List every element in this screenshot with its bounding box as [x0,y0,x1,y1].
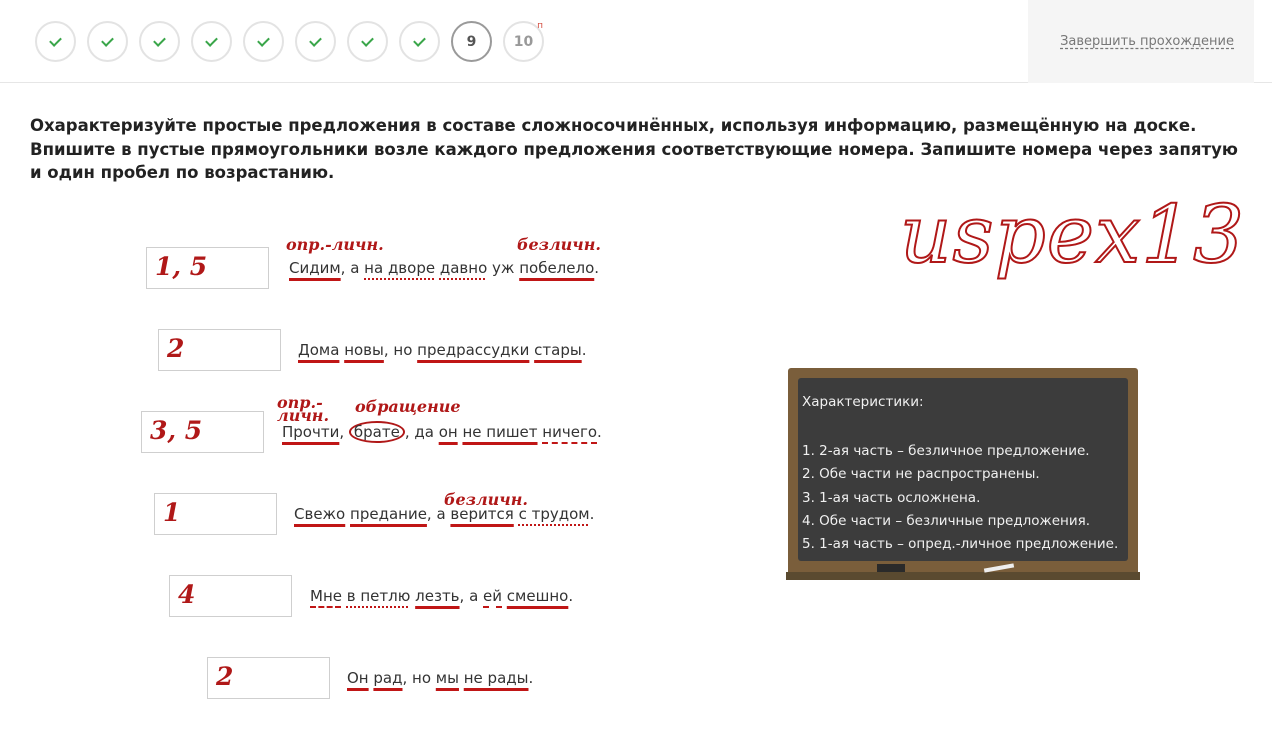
chalkboard-surface: Характеристики: 1. 2-ая часть – безлично… [798,378,1128,561]
sentence-text: . [528,669,534,687]
subject: Дома [298,341,340,359]
predicate: побелело [519,259,595,277]
step-4-done[interactable] [191,21,232,62]
predicate: рад [373,669,403,687]
check-icon [309,33,322,47]
check-icon [153,33,166,47]
predicate: верится [450,505,514,523]
sentence-5: Мне в петлю лезть, а ей смешно. [310,587,573,605]
sentence-text: , а [340,259,365,277]
check-icon [413,33,426,47]
sentence-4: Свежо предание, а верится с трудом. [294,505,594,523]
annotation-label: безличн. [517,235,601,254]
board-title: Характеристики: [802,394,924,410]
subject: предание [350,505,427,523]
address-circled: брате [348,421,405,443]
finish-panel: Завершить прохождение [1028,0,1254,83]
step-10-flag: п [537,21,543,31]
progress-bar: 9 10 п Завершить прохождение [0,0,1272,83]
eraser-icon [877,564,905,572]
step-6-done[interactable] [295,21,336,62]
check-icon [101,33,114,47]
step-5-done[interactable] [243,21,284,62]
sentence-6: Он рад, но мы не рады. [347,669,533,687]
step-10[interactable]: 10 п [503,21,544,62]
check-icon [49,33,62,47]
sentence-text: , а [459,587,484,605]
characteristic-item: 4. Обе части – безличные предложения. [802,512,1091,529]
step-2-done[interactable] [87,21,128,62]
answer-box-3[interactable]: 3, 5 [141,411,264,453]
object: ей [483,587,503,605]
sentence-text: . [581,341,587,359]
sentence-text: , но [402,669,436,687]
characteristic-item: 1. 2-ая часть – безличное предложение. [802,443,1090,459]
predicate: смешно [506,587,569,605]
adverbial: с трудом [518,505,590,523]
sentence-1: Сидим, а на дворе давно уж побелело. [289,259,599,277]
sentence-text: , но [383,341,418,359]
sentence-text: . [589,505,595,523]
sentence-3: Прочти, брате, да он не пишет ничего. [282,421,602,443]
answer-value-4: 1 [163,498,181,527]
sentence-text: , [339,423,349,441]
characteristics-list: 1. 2-ая часть – безличное предложение. 2… [802,440,1118,556]
check-icon [257,33,270,47]
answer-value-1: 1, 5 [155,252,208,281]
answer-value-5: 4 [178,580,196,609]
question-text: Охарактеризуйте простые предложения в со… [30,116,1238,182]
answer-box-4[interactable]: 1 [154,493,277,535]
step-7-done[interactable] [347,21,388,62]
characteristic-item: 5. 1-ая часть – опред.-личное предложени… [802,536,1119,553]
annotation-label: личн. [277,406,330,425]
annotation-label: опр.-личн. [286,235,384,254]
step-10-label: 10 [513,33,534,50]
watermark-logo: uspex13 [899,188,1246,281]
predicate: Прочти [282,423,340,441]
answer-value-3: 3, 5 [150,416,203,445]
characteristic-item: 2. Обе части не распространены. [802,466,1040,483]
answer-box-1[interactable]: 1, 5 [146,247,269,289]
adverbial: давно [439,259,488,277]
sentence-word: уж [492,259,515,277]
subject: он [438,423,458,441]
predicate: новы [344,341,384,359]
step-3-done[interactable] [139,21,180,62]
answer-box-5[interactable]: 4 [169,575,292,617]
chalkboard: Характеристики: 1. 2-ая часть – безлично… [786,368,1140,580]
step-1-done[interactable] [35,21,76,62]
sentence-text: , да [404,423,439,441]
board-ledge [786,572,1140,580]
characteristic-item: 3. 1-ая часть осложнена. [802,489,981,506]
finish-attempt-link[interactable]: Завершить прохождение [1060,34,1234,49]
sentence-text: . [597,423,602,441]
answer-value-2: 2 [167,334,185,363]
predicate: не рады [463,669,529,687]
sentence-text: . [594,259,600,277]
predicate: стары [534,341,582,359]
subject: Он [347,669,369,687]
adverbial: на дворе [364,259,436,277]
object: Мне [310,587,342,605]
predicate: Свежо [294,505,346,523]
predicate: не пишет [462,423,538,441]
subject: мы [435,669,459,687]
subject: предрассудки [417,341,530,359]
annotation-label: обращение [355,397,461,416]
predicate: лезть [415,587,460,605]
object: ничего [542,423,598,441]
step-9-current[interactable]: 9 [451,21,492,62]
check-icon [205,33,218,47]
sentence-text: , а [426,505,451,523]
sentence-text: . [568,587,574,605]
sentence-2: Дома новы, но предрассудки стары. [298,341,586,359]
step-8-done[interactable] [399,21,440,62]
answer-box-2[interactable]: 2 [158,329,281,371]
answer-box-6[interactable]: 2 [207,657,330,699]
adverbial: в петлю [346,587,411,605]
subject: Сидим [289,259,341,277]
answer-value-6: 2 [216,662,234,691]
check-icon [361,33,374,47]
